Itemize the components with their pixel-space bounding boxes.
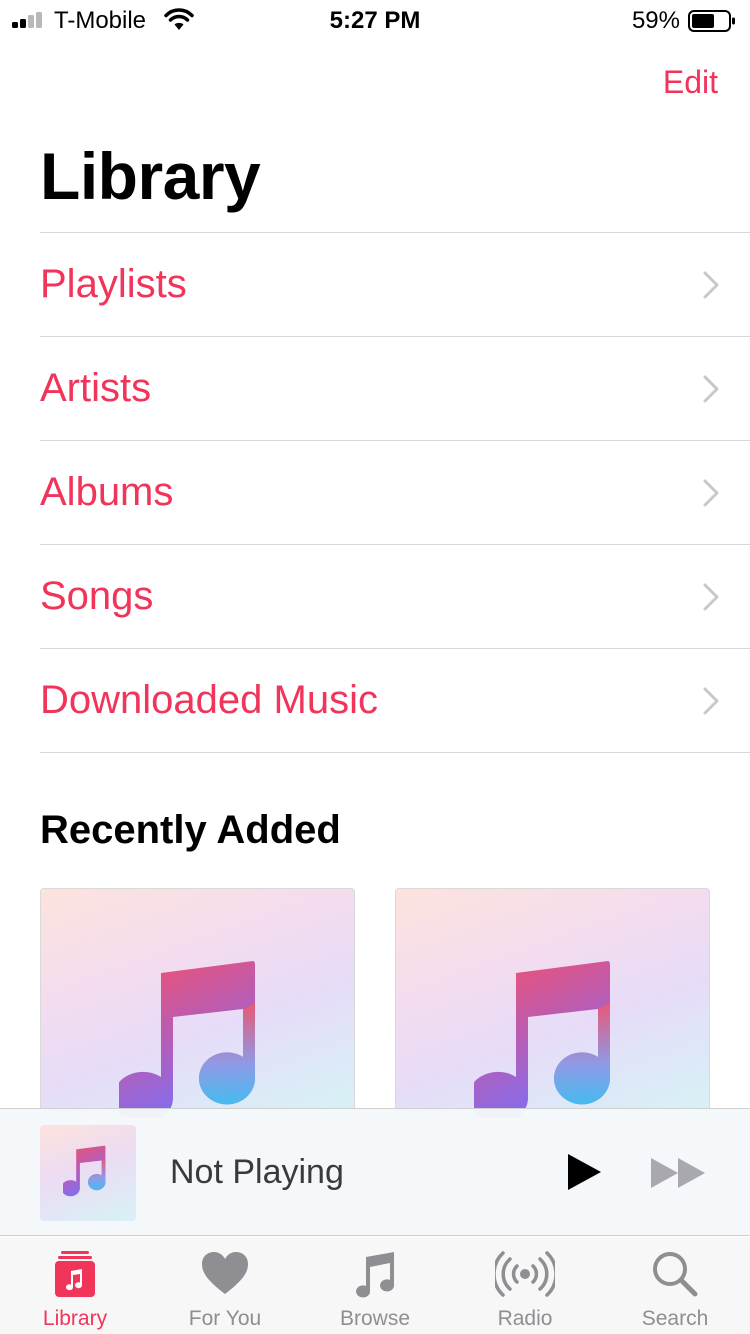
chevron-right-icon	[703, 271, 719, 298]
menu-item-label: Albums	[40, 470, 174, 514]
battery-icon	[688, 10, 735, 32]
menu-item-albums[interactable]: Albums	[40, 441, 750, 545]
album-card[interactable]	[40, 888, 355, 1118]
tab-label: Library	[42, 1307, 108, 1330]
menu-item-label: Songs	[40, 574, 154, 618]
music-note-icon	[356, 1252, 395, 1298]
album-artwork-music-note-icon	[474, 961, 610, 1117]
tab-library[interactable]: Library	[0, 1237, 150, 1334]
menu-item-artists[interactable]: Artists	[40, 337, 750, 441]
menu-item-label: Artists	[40, 366, 152, 410]
album-artwork-music-note-icon	[119, 961, 255, 1117]
tab-bar: Library For You Browse Radio Search	[0, 1237, 750, 1334]
recently-added-title: Recently Added	[40, 808, 341, 852]
tab-label: Search	[641, 1307, 709, 1330]
status-bar: T-Mobile 5:27 PM 59%	[0, 0, 750, 40]
tab-browse[interactable]: Browse	[300, 1237, 450, 1334]
tab-radio[interactable]: Radio	[450, 1237, 600, 1334]
library-icon	[55, 1251, 95, 1297]
menu-item-downloaded-music[interactable]: Downloaded Music	[40, 649, 750, 753]
fast-forward-icon[interactable]	[650, 1157, 706, 1189]
tab-label: For You	[188, 1307, 262, 1330]
tab-label: Browse	[339, 1307, 411, 1330]
mini-player[interactable]: Not Playing	[0, 1108, 750, 1236]
tab-label: Radio	[497, 1307, 553, 1330]
chevron-right-icon	[703, 479, 719, 506]
menu-item-label: Playlists	[40, 262, 187, 306]
chevron-right-icon	[703, 583, 719, 610]
tab-for-you[interactable]: For You	[150, 1237, 300, 1334]
edit-button[interactable]: Edit	[663, 64, 718, 101]
mini-player-artwork	[40, 1125, 136, 1221]
chevron-right-icon	[703, 375, 719, 402]
album-card[interactable]	[395, 888, 710, 1118]
radio-icon	[495, 1251, 555, 1297]
tab-search[interactable]: Search	[600, 1237, 750, 1334]
heart-icon	[202, 1252, 248, 1294]
library-menu: Playlists Artists Albums Songs Downloade…	[40, 232, 750, 753]
menu-item-playlists[interactable]: Playlists	[40, 233, 750, 337]
page-title: Library	[40, 139, 261, 213]
battery-percentage: 59%	[631, 7, 680, 34]
menu-item-songs[interactable]: Songs	[40, 545, 750, 649]
chevron-right-icon	[703, 687, 719, 714]
play-icon[interactable]	[566, 1153, 602, 1191]
now-playing-label: Not Playing	[170, 1153, 344, 1191]
music-note-icon	[63, 1145, 106, 1197]
menu-item-label: Downloaded Music	[40, 678, 378, 722]
search-icon	[653, 1252, 698, 1297]
